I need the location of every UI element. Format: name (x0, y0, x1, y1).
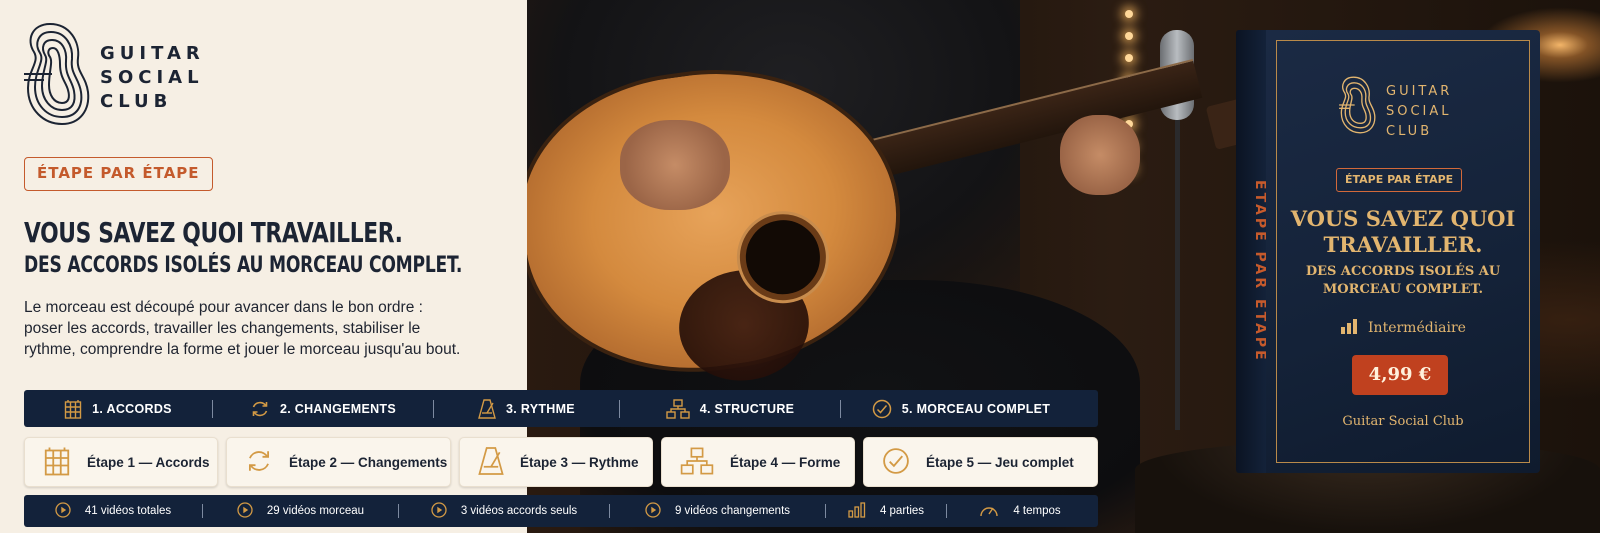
strumming-hand (620, 120, 730, 210)
gauge-icon (979, 502, 999, 521)
step-tab-morceau-complet[interactable]: 5. MORCEAU COMPLET (841, 390, 1081, 427)
metronome-icon (478, 398, 496, 419)
page-headline: VOUS SAVEZ QUOI TRAVAILLER. (24, 216, 403, 249)
step-by-step-badge: ÉTAPE PAR ÉTAPE (24, 157, 213, 191)
product-box-brand: GUITAR SOCIAL CLUB (1386, 84, 1453, 139)
step-card-2[interactable]: Étape 2 — Changements (226, 437, 451, 487)
step-card-3[interactable]: Étape 3 — Rythme (459, 437, 653, 487)
stat-song-videos: 29 vidéos morceau (203, 501, 398, 521)
step-card-1[interactable]: Étape 1 — Accords (24, 437, 218, 487)
step-cards: Étape 1 — Accords Étape 2 — Changements … (24, 437, 1098, 487)
refresh-icon (250, 399, 270, 419)
hierarchy-icon (666, 398, 690, 419)
step-tab-changements[interactable]: 2. CHANGEMENTS (213, 390, 433, 427)
microphone-stand (1175, 120, 1180, 430)
guitar-social-club-logo (24, 22, 90, 126)
step-tab-rythme[interactable]: 3. RYTHME (434, 390, 619, 427)
grid-icon (64, 399, 82, 419)
play-circle-icon (645, 501, 661, 521)
stat-chord-videos: 3 vidéos accords seuls (399, 501, 609, 521)
bars-icon (848, 501, 866, 521)
stat-total-videos: 41 vidéos totales (24, 501, 202, 521)
grid-icon (43, 446, 71, 479)
step-card-5[interactable]: Étape 5 — Jeu complet (863, 437, 1098, 487)
step-tab-structure[interactable]: 4. STRUCTURE (620, 390, 840, 427)
product-box-subheadline: DES ACCORDS ISOLÉS AU MORCEAU COMPLET. (1305, 264, 1501, 297)
stat-parts: 4 parties (826, 501, 946, 521)
steps-bar: 1. ACCORDS 2. CHANGEMENTS 3. RYTHME 4. S… (24, 390, 1098, 427)
step-card-4[interactable]: Étape 4 — Forme (661, 437, 855, 487)
check-circle-icon (872, 399, 892, 419)
product-box-headline: VOUS SAVEZ QUOI TRAVAILLER. (1290, 206, 1516, 257)
price-tag[interactable]: 4,99 € (1352, 355, 1448, 395)
play-circle-icon (237, 501, 253, 521)
hierarchy-icon (680, 447, 714, 478)
product-box[interactable]: GUITAR SOCIAL CLUB ÉTAPE PAR ÉTAPE VOUS … (1266, 30, 1540, 473)
refresh-icon (245, 447, 273, 478)
stats-bar: 41 vidéos totales 29 vidéos morceau 3 vi… (24, 495, 1098, 527)
stat-change-videos: 9 vidéos changements (610, 501, 825, 521)
play-circle-icon (55, 501, 71, 521)
guitar-social-club-logo (1339, 76, 1376, 134)
metronome-icon (478, 446, 504, 479)
check-circle-icon (882, 447, 910, 478)
level-bars-icon (1340, 318, 1358, 338)
play-circle-icon (431, 501, 447, 521)
brand-name: GUITAR SOCIAL CLUB (100, 43, 205, 112)
step-tab-accords[interactable]: 1. ACCORDS (24, 390, 212, 427)
product-box-badge: ÉTAPE PAR ÉTAPE (1336, 168, 1463, 192)
product-box-footer: Guitar Social Club (1342, 414, 1464, 429)
fretting-hand (1060, 115, 1140, 195)
product-box-level: Intermédiaire (1266, 318, 1540, 338)
page-subheadline: DES ACCORDS ISOLÉS AU MORCEAU COMPLET. (24, 253, 463, 278)
stat-tempos: 4 tempos (947, 502, 1093, 521)
description-text: Le morceau est découpé pour avancer dans… (24, 299, 461, 358)
